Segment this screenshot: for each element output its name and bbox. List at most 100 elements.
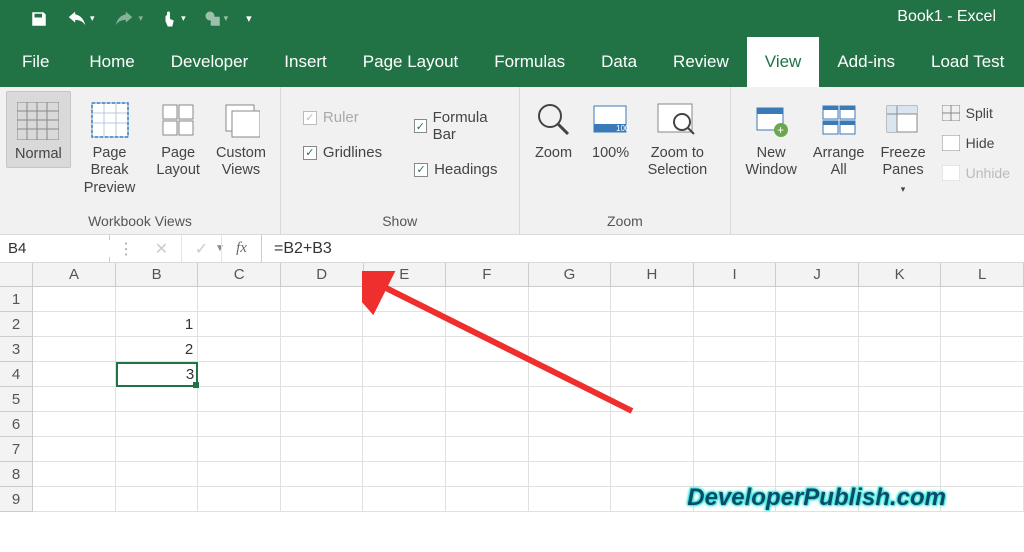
row-header[interactable]: 5 [0,387,33,412]
cell[interactable] [859,312,942,337]
cell[interactable]: 2 [116,337,199,362]
cell[interactable] [33,412,116,437]
row-header[interactable]: 2 [0,312,33,337]
save-icon[interactable] [30,10,48,28]
cell[interactable] [859,362,942,387]
zoom-100-button[interactable]: 100 100% [582,91,640,166]
cell[interactable] [363,412,446,437]
cell[interactable] [694,437,777,462]
cell[interactable] [776,337,859,362]
cell[interactable] [33,387,116,412]
cell[interactable] [941,462,1024,487]
tab-view[interactable]: View [747,37,820,87]
customize-qat-icon[interactable]: ▾ [246,12,252,25]
undo-icon[interactable]: ▾ [66,11,95,27]
zoom-button[interactable]: Zoom [526,91,582,166]
cell[interactable] [694,337,777,362]
cell[interactable] [198,487,281,512]
column-header[interactable]: F [446,263,529,286]
cell[interactable] [694,362,777,387]
tab-addins[interactable]: Add-ins [819,37,913,87]
arrange-all-button[interactable]: Arrange All [805,91,873,184]
cell[interactable] [281,337,364,362]
cell[interactable] [446,487,529,512]
cell[interactable] [446,362,529,387]
cell[interactable] [198,337,281,362]
row-header[interactable]: 7 [0,437,33,462]
zoom-to-selection-button[interactable]: Zoom to Selection [640,91,716,184]
row-header[interactable]: 9 [0,487,33,512]
cell[interactable] [116,437,199,462]
cell[interactable] [529,462,612,487]
cell[interactable] [859,412,942,437]
cell[interactable] [33,437,116,462]
column-header[interactable]: D [281,263,364,286]
cell[interactable] [859,287,942,312]
cell[interactable] [446,287,529,312]
row-header[interactable]: 1 [0,287,33,312]
cell[interactable] [776,287,859,312]
cell[interactable] [116,412,199,437]
gridlines-checkbox[interactable]: ✓ Gridlines [295,138,390,167]
cell[interactable] [198,437,281,462]
cell[interactable] [281,462,364,487]
column-header[interactable]: L [941,263,1024,286]
row-header[interactable]: 6 [0,412,33,437]
cell[interactable] [529,287,612,312]
cell[interactable] [281,437,364,462]
cell[interactable] [611,412,694,437]
cell[interactable] [198,462,281,487]
name-box-wrap[interactable]: ▼ [0,235,110,262]
hide-button[interactable]: Hide [934,129,1018,157]
cell[interactable] [611,312,694,337]
cell[interactable] [198,312,281,337]
cell[interactable]: 3 [116,362,199,387]
cell[interactable] [941,337,1024,362]
shapes-icon[interactable]: ▾ [204,10,229,28]
cell[interactable] [529,437,612,462]
cell[interactable] [363,487,446,512]
tab-developer[interactable]: Developer [153,37,267,87]
insert-function-button[interactable]: fx [222,235,262,262]
cell[interactable] [941,287,1024,312]
cell[interactable] [694,287,777,312]
cell[interactable] [776,412,859,437]
column-header[interactable]: I [694,263,777,286]
tab-load-test[interactable]: Load Test [913,37,1022,87]
cell[interactable] [281,487,364,512]
column-header[interactable]: H [611,263,694,286]
cell[interactable] [363,462,446,487]
chevron-down-icon[interactable]: ▾ [224,13,229,24]
tab-insert[interactable]: Insert [266,37,345,87]
cell[interactable] [363,312,446,337]
cell[interactable] [941,412,1024,437]
column-header[interactable]: B [116,263,199,286]
cell[interactable] [363,337,446,362]
cell[interactable] [941,362,1024,387]
row-header[interactable]: 8 [0,462,33,487]
cell[interactable] [446,312,529,337]
headings-checkbox[interactable]: ✓ Headings [406,155,512,184]
cell[interactable] [446,437,529,462]
custom-views-button[interactable]: Custom Views [208,91,274,184]
column-header[interactable]: G [529,263,612,286]
cell[interactable] [694,312,777,337]
cell[interactable] [776,437,859,462]
cell[interactable] [33,337,116,362]
cell[interactable] [529,487,612,512]
page-break-preview-button[interactable]: Page Break Preview [71,91,149,201]
cell[interactable] [281,412,364,437]
cell[interactable] [776,387,859,412]
tab-file[interactable]: File [0,37,71,87]
cell[interactable] [694,387,777,412]
cell[interactable] [116,387,199,412]
cell[interactable] [941,487,1024,512]
cell[interactable] [776,312,859,337]
chevron-down-icon[interactable]: ▾ [181,13,186,24]
cell[interactable] [446,462,529,487]
cell[interactable] [363,287,446,312]
page-layout-button[interactable]: Page Layout [148,91,208,184]
cell[interactable] [281,362,364,387]
cell[interactable] [33,312,116,337]
cell[interactable] [446,337,529,362]
